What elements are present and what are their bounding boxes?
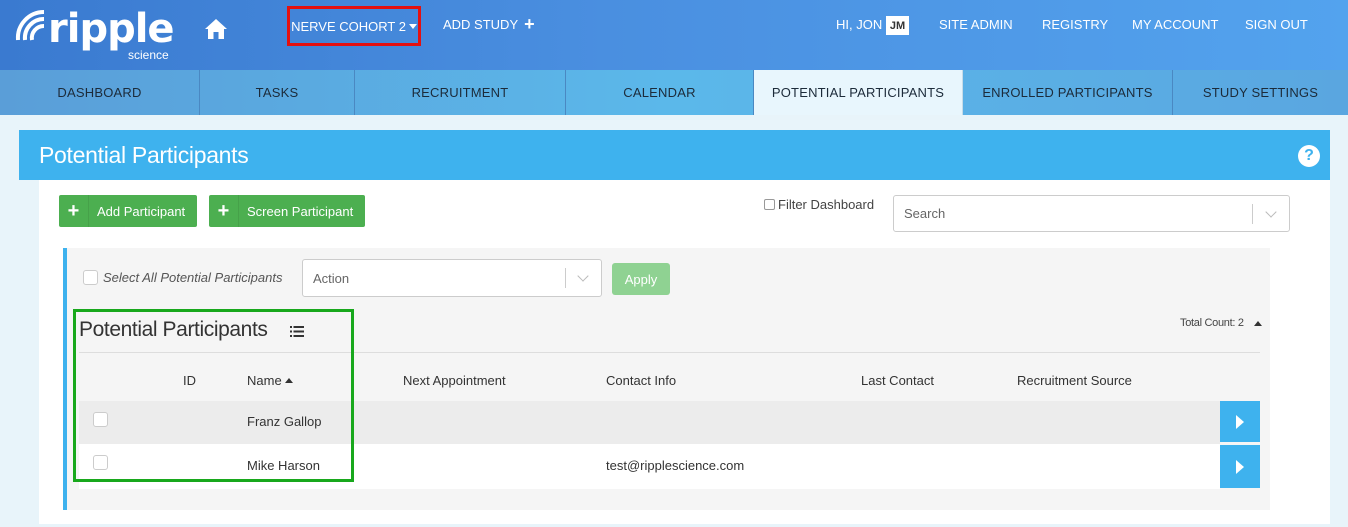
chevron-down-icon[interactable] [577,270,589,282]
tab-calendar[interactable]: CALENDAR [566,70,754,115]
logo-subtitle: science [128,48,169,62]
column-header-name[interactable]: Name [247,373,293,388]
plus-icon: + [209,195,239,227]
screen-participant-button[interactable]: + Screen Participant [209,195,366,227]
column-header-contact-info[interactable]: Contact Info [606,373,676,388]
caret-right-icon [1236,459,1244,474]
participant-name: Mike Harson [247,458,320,473]
column-header-id[interactable]: ID [183,373,196,388]
column-header-last-contact[interactable]: Last Contact [861,373,934,388]
select-all-toggle[interactable]: Select All Potential Participants [83,270,282,285]
row-expand-button[interactable] [1220,445,1260,488]
collapse-caret-icon[interactable] [1254,321,1262,326]
plus-icon: + [524,14,535,34]
select-divider [1252,204,1253,224]
filter-dashboard-label: Filter Dashboard [778,197,875,212]
filter-dashboard-toggle[interactable]: Filter Dashboard [764,197,874,212]
participant-contact: test@ripplescience.com [606,458,745,473]
study-selector-label: NERVE COHORT 2 [291,18,406,34]
nav-site-admin[interactable]: SITE ADMIN [939,17,1013,32]
filter-dashboard-checkbox[interactable] [764,199,775,210]
nav-registry[interactable]: REGISTRY [1042,17,1108,32]
top-header: ripple science NERVE COHORT 2 ADD STUDY … [0,0,1348,70]
table-row[interactable]: Mike Harson test@ripplescience.com [79,444,1220,489]
select-all-checkbox[interactable] [83,270,98,285]
page-title: Potential Participants [39,142,249,168]
row-checkbox[interactable] [93,412,108,427]
logo-wordmark: ripple [48,6,175,52]
list-view-icon[interactable] [290,326,304,337]
column-header-recruitment-source[interactable]: Recruitment Source [1017,373,1132,388]
tab-potential-participants[interactable]: POTENTIAL PARTICIPANTS [754,70,963,115]
apply-button[interactable]: Apply [612,263,670,295]
chevron-down-icon[interactable] [1265,206,1277,218]
table-row[interactable]: Franz Gallop [79,401,1220,444]
tab-recruitment[interactable]: RECRUITMENT [355,70,566,115]
select-divider [565,268,566,288]
tab-study-settings[interactable]: STUDY SETTINGS [1173,70,1348,115]
row-checkbox[interactable] [93,455,108,470]
add-participant-label: Add Participant [97,203,186,219]
nav-sign-out[interactable]: SIGN OUT [1245,17,1308,32]
nav-my-account[interactable]: MY ACCOUNT [1132,17,1218,32]
action-select[interactable]: Action [302,259,602,297]
row-expand-button[interactable] [1220,401,1260,442]
ripple-logo[interactable]: ripple science [14,4,175,64]
help-icon[interactable]: ? [1298,145,1320,167]
screen-participant-label: Screen Participant [247,203,354,219]
participant-name: Franz Gallop [247,414,322,429]
select-all-label: Select All Potential Participants [103,270,283,285]
avatar[interactable]: JM [886,16,909,35]
study-selector-dropdown[interactable]: NERVE COHORT 2 [287,6,421,46]
tab-dashboard[interactable]: DASHBOARD [0,70,200,115]
header-divider [79,352,1260,353]
add-study-label: ADD STUDY [443,17,519,32]
list-title: Potential Participants [79,318,268,341]
user-greeting: HI, JON [836,17,883,32]
total-count: Total Count: 2 [1180,317,1244,329]
home-icon[interactable] [204,18,228,40]
add-participant-button[interactable]: + Add Participant [59,195,198,227]
column-header-next-appointment[interactable]: Next Appointment [403,373,506,388]
sort-ascending-icon [284,378,293,383]
search-placeholder: Search [904,206,946,221]
plus-icon: + [59,195,89,227]
search-input[interactable]: Search [893,195,1290,232]
main-tabs: DASHBOARD TASKS RECRUITMENT CALENDAR POT… [0,70,1348,115]
chevron-down-icon [408,23,417,29]
caret-right-icon [1236,414,1244,429]
action-placeholder: Action [313,270,350,286]
tab-enrolled-participants[interactable]: ENROLLED PARTICIPANTS [963,70,1173,115]
tab-tasks[interactable]: TASKS [200,70,355,115]
add-study-button[interactable]: ADD STUDY + [443,14,535,34]
panel-header: Potential Participants ? [19,130,1330,180]
column-header-name-label: Name [247,373,282,388]
